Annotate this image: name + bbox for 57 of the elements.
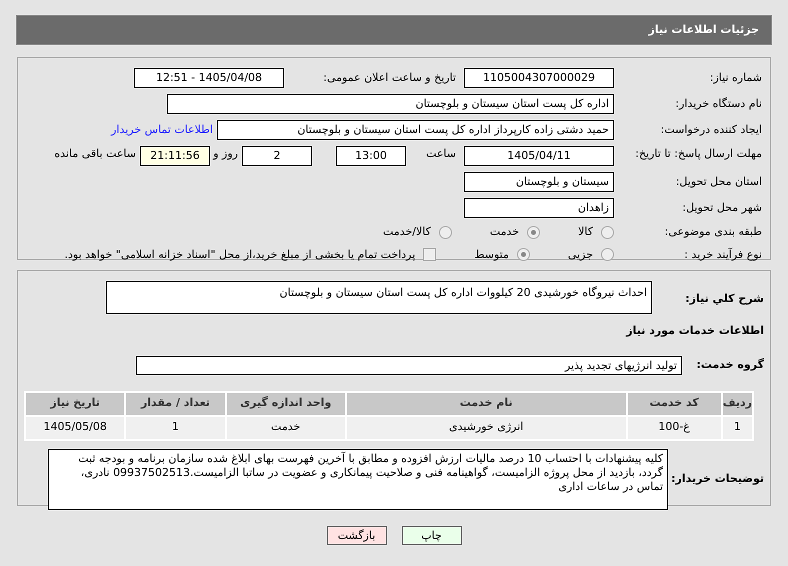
payment-label: پرداخت تمام یا بخشی از مبلغ خرید،از محل "اسناد خزانه اسلامی" خواهد بود. <box>64 246 416 263</box>
buyer-field: اداره کل پست استان سیستان و بلوچستان <box>167 94 614 114</box>
field-label: مهلت ارسال پاسخ: تا تاریخ: <box>634 146 762 161</box>
city-field: زاهدان <box>464 198 614 218</box>
column-header: تاریخ نیاز <box>25 392 126 416</box>
field-label: شماره نیاز: <box>708 70 762 86</box>
radio-label: متوسط <box>474 246 509 263</box>
radio-label: کالا/خدمت <box>383 224 431 240</box>
field-label: روز و <box>212 146 238 162</box>
notes-textarea[interactable]: کلیه پیشنهادات با احتساب 10 درصد مالیات ارزش افزوده و مطابق با آخرین فهرست بهای ابلاغ شده سازمان برنامه و بودجه ثبت گردد، بازدید از محل پروژه الزامیست، گواهینامه فنی و صلاحیت پیمانکاری و عضویت در ساتبا الزامیست.09937502513 نادری، تماس در ساعات اداری <box>48 448 668 510</box>
buyer-contact-link[interactable]: اطلاعات تماس خریدار <box>111 122 213 138</box>
radio-label: جزیی <box>568 246 593 263</box>
column-header: تعداد / مقدار <box>125 392 226 416</box>
field-label: گروه خدمت: <box>695 356 764 373</box>
radio-label: کالا <box>578 224 593 240</box>
description-textarea[interactable]: احداث نیروگاه خورشیدی 20 کیلووات اداره کل پست استان سیستان و بلوچستان <box>106 281 652 314</box>
column-header: واحد اندازه گیری <box>226 392 346 416</box>
field-label: استان محل تحویل: <box>674 174 762 190</box>
radio-button[interactable] <box>601 226 614 239</box>
field-label: شرح کلي نياز: <box>684 291 764 307</box>
radio-button[interactable] <box>516 248 530 262</box>
field-label: نوع فرآیند خرید : <box>683 246 762 263</box>
deadline-date-field: 1405/04/11 <box>464 146 614 166</box>
radio-label: خدمت <box>490 224 520 240</box>
column-header: نام خدمت <box>346 392 626 416</box>
days-field: 2 <box>242 146 312 166</box>
radio-button[interactable] <box>527 226 540 239</box>
table-cell: 1405/05/08 <box>25 416 126 440</box>
page-header: جزئیات اطلاعات نیاز <box>16 15 772 45</box>
field-label: ساعت باقی مانده <box>54 146 136 162</box>
checkbox[interactable] <box>423 248 436 262</box>
field-label: نام دستگاه خریدار: <box>674 96 762 112</box>
column-header: کد خدمت <box>626 392 722 416</box>
radio-button[interactable] <box>438 226 452 239</box>
print-button[interactable]: چاپ <box>402 526 462 545</box>
service-group-field: تولید انرژیهای تجدید پذیر <box>136 356 682 374</box>
announce-date-field: 1405/04/08 - 12:51 <box>134 68 284 88</box>
section-title: اطلاعات خدمات مورد نیاز <box>624 323 764 339</box>
field-label: ایجاد کننده درخواست: <box>660 122 762 138</box>
requester-field: حمید دشتی زاده کارپرداز اداره کل پست استان سیستان و بلوچستان <box>217 120 614 140</box>
need-number-field: 1105004307000029 <box>464 68 614 88</box>
table-cell: غ-100 <box>626 416 722 440</box>
deadline-time-field: 13:00 <box>336 146 406 166</box>
field-label: تاریخ و ساعت اعلان عمومی: <box>322 70 456 86</box>
field-label: ساعت <box>425 146 456 162</box>
field-label: شهر محل تحویل: <box>681 200 762 216</box>
back-button[interactable]: بازگشت <box>326 526 386 545</box>
field-label: توضیحات خریدار: <box>670 470 764 487</box>
table-cell: انرژی خورشیدی <box>346 416 626 440</box>
table-cell: خدمت <box>226 416 346 440</box>
province-field: سیستان و بلوچستان <box>464 172 614 192</box>
radio-button[interactable] <box>601 248 614 262</box>
table-cell: 1 <box>722 416 753 440</box>
field-label: طبقه بندی موضوعی: <box>664 224 762 240</box>
remaining-time-field: 21:11:56 <box>140 146 210 166</box>
table-cell: 1 <box>125 416 226 440</box>
column-header: ردیف <box>722 392 753 416</box>
